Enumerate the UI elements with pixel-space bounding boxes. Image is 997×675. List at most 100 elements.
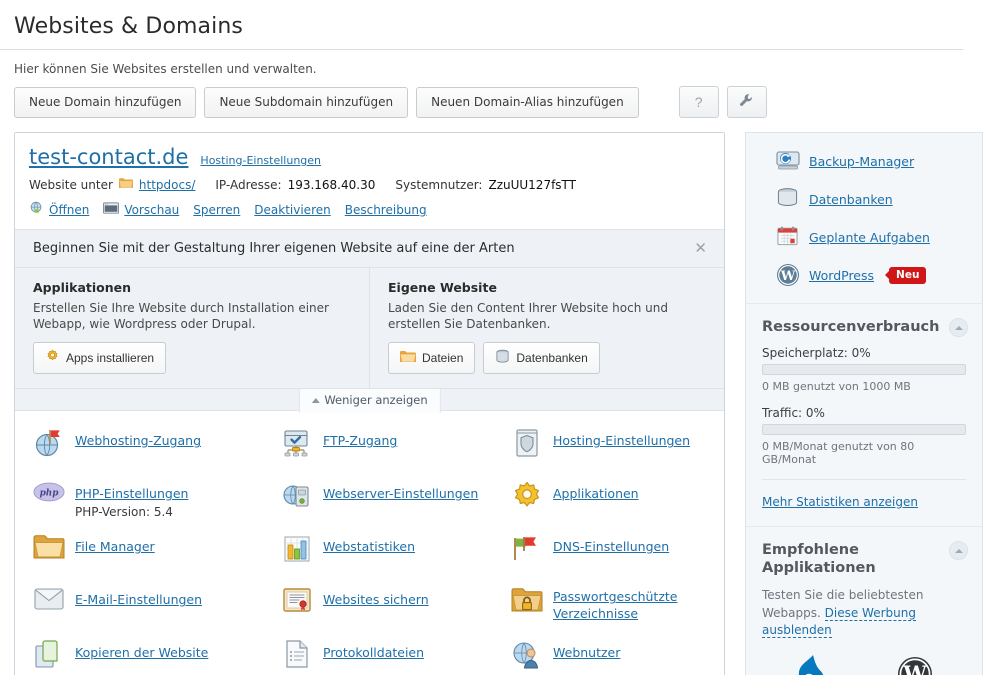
quick-link-databases[interactable]: Datenbanken bbox=[776, 187, 966, 211]
close-icon[interactable]: ✕ bbox=[691, 241, 710, 256]
feature-log-files[interactable]: Protokolldateien bbox=[281, 639, 511, 675]
svg-text:php: php bbox=[40, 489, 60, 499]
gear-icon bbox=[511, 480, 543, 512]
traffic-usage-label: Traffic: 0% bbox=[762, 406, 825, 421]
folder-icon bbox=[118, 177, 133, 192]
globe-arrow-icon bbox=[29, 201, 44, 219]
feature-text: DNS-Einstellungen bbox=[553, 533, 669, 555]
webserver-settings-link[interactable]: Webserver-Einstellungen bbox=[323, 486, 478, 502]
feature-web-statistics[interactable]: Webstatistiken bbox=[281, 533, 511, 586]
add-domain-alias-button[interactable]: Neuen Domain-Alias hinzufügen bbox=[416, 86, 639, 118]
feature-web-users[interactable]: Webnutzer bbox=[511, 639, 724, 675]
feature-file-manager[interactable]: File Manager bbox=[33, 533, 281, 586]
svg-text:W: W bbox=[780, 269, 796, 284]
feature-text: Hosting-Einstellungen bbox=[553, 427, 690, 449]
chevron-up-icon bbox=[954, 548, 963, 553]
wrench-icon bbox=[739, 93, 754, 111]
disk-usage-note: 0 MB genutzt von 1000 MB bbox=[762, 380, 911, 394]
quick-links-panel: Backup-Manager Datenbanken Geplante Aufg… bbox=[745, 132, 983, 303]
browser-window-icon bbox=[103, 202, 120, 218]
email-settings-link[interactable]: E-Mail-Einstellungen bbox=[75, 592, 202, 608]
php-icon: php bbox=[33, 480, 65, 512]
ftp-access-link[interactable]: FTP-Zugang bbox=[323, 433, 397, 449]
domain-meta: Website unter httpdocs/ IP-Adresse: 193.… bbox=[29, 177, 710, 192]
domain-name-link[interactable]: test-contact.de bbox=[29, 145, 188, 169]
hosting-settings-feature-link[interactable]: Hosting-Einstellungen bbox=[553, 433, 690, 449]
shield-document-icon bbox=[511, 427, 543, 459]
app-wordpress[interactable]: W WordPress bbox=[864, 652, 966, 675]
show-less-toggle[interactable]: Weniger anzeigen bbox=[298, 389, 441, 414]
more-statistics-link[interactable]: Mehr Statistiken anzeigen bbox=[762, 495, 918, 509]
help-button[interactable]: ? bbox=[678, 86, 719, 118]
applications-link[interactable]: Applikationen bbox=[553, 486, 639, 502]
locked-folder-icon bbox=[511, 586, 543, 618]
promo-body: Applikationen Erstellen Sie Ihre Website… bbox=[15, 268, 724, 389]
backup-manager-link[interactable]: Backup-Manager bbox=[809, 154, 914, 169]
copy-website-link[interactable]: Kopieren der Website bbox=[75, 645, 208, 661]
collapse-recommended-button[interactable] bbox=[949, 541, 968, 561]
traffic-usage-bar bbox=[762, 424, 966, 436]
recommended-apps-panel: Empfohlene Applikationen Testen Sie die … bbox=[745, 526, 983, 675]
description-link[interactable]: Beschreibung bbox=[345, 203, 427, 217]
collapse-resources-button[interactable] bbox=[949, 318, 968, 337]
feature-dns-settings[interactable]: DNS-Einstellungen bbox=[511, 533, 724, 586]
add-domain-button[interactable]: Neue Domain hinzufügen bbox=[14, 86, 197, 118]
web-users-link[interactable]: Webnutzer bbox=[553, 645, 620, 661]
feature-protected-directories[interactable]: Passwortgeschützte Verzeichnisse bbox=[511, 586, 724, 639]
quick-link-wordpress[interactable]: W WordPress Neu bbox=[776, 263, 966, 287]
feature-applications[interactable]: Applikationen bbox=[511, 480, 724, 533]
preview-action[interactable]: Vorschau bbox=[103, 202, 179, 218]
secure-websites-link[interactable]: Websites sichern bbox=[323, 592, 429, 608]
svg-text:W: W bbox=[902, 661, 927, 675]
install-apps-button[interactable]: Apps installieren bbox=[33, 342, 167, 375]
wordpress-icon: W bbox=[864, 652, 966, 675]
feature-hosting-settings[interactable]: Hosting-Einstellungen bbox=[511, 427, 724, 480]
promo-own-website-buttons: Dateien Datenbanken bbox=[388, 342, 708, 375]
app-drupal[interactable]: Drupal bbox=[762, 652, 864, 675]
feature-text: File Manager bbox=[75, 533, 155, 555]
web-statistics-link[interactable]: Webstatistiken bbox=[323, 539, 415, 555]
quick-link-scheduled-tasks[interactable]: Geplante Aufgaben bbox=[776, 225, 966, 249]
feature-secure-websites[interactable]: Websites sichern bbox=[281, 586, 511, 639]
feature-webserver-settings[interactable]: Webserver-Einstellungen bbox=[281, 480, 511, 533]
dns-settings-link[interactable]: DNS-Einstellungen bbox=[553, 539, 669, 555]
open-link[interactable]: Öffnen bbox=[49, 203, 89, 217]
databases-button[interactable]: Datenbanken bbox=[483, 342, 600, 375]
databases-link[interactable]: Datenbanken bbox=[809, 192, 893, 207]
domain-name-row: test-contact.de Hosting-Einstellungen bbox=[29, 145, 710, 169]
disable-link[interactable]: Deaktivieren bbox=[254, 203, 330, 217]
open-action[interactable]: Öffnen bbox=[29, 201, 89, 219]
preview-link[interactable]: Vorschau bbox=[124, 203, 179, 217]
tools-button[interactable] bbox=[726, 86, 767, 118]
feature-copy-website[interactable]: Kopieren der Website bbox=[33, 639, 281, 675]
file-manager-link[interactable]: File Manager bbox=[75, 539, 155, 555]
feature-text: Protokolldateien bbox=[323, 639, 424, 661]
feature-text: Webstatistiken bbox=[323, 533, 415, 555]
folder-icon bbox=[400, 350, 416, 366]
getting-started-promo: Beginnen Sie mit der Gestaltung Ihrer ei… bbox=[15, 230, 724, 390]
webhosting-access-link[interactable]: Webhosting-Zugang bbox=[75, 433, 201, 449]
promo-own-website-title: Eigene Website bbox=[388, 280, 497, 295]
scheduled-tasks-link[interactable]: Geplante Aufgaben bbox=[809, 230, 930, 245]
recommended-apps-description: Testen Sie die beliebtesten Webapps. Die… bbox=[762, 587, 966, 639]
feature-text: Webserver-Einstellungen bbox=[323, 480, 478, 502]
php-settings-link[interactable]: PHP-Einstellungen bbox=[75, 486, 188, 502]
domain-panel: test-contact.de Hosting-Einstellungen We… bbox=[14, 132, 725, 675]
feature-php-settings[interactable]: php PHP-Einstellungen PHP-Version: 5.4 bbox=[33, 480, 281, 533]
sidebar: Backup-Manager Datenbanken Geplante Aufg… bbox=[745, 132, 983, 675]
resource-usage-panel: Ressourcenverbrauch Speicherplatz: 0% 0 … bbox=[745, 303, 983, 527]
protected-directories-link[interactable]: Passwortgeschützte Verzeichnisse bbox=[553, 589, 724, 622]
feature-ftp-access[interactable]: FTP-Zugang bbox=[281, 427, 511, 480]
docroot-link[interactable]: httpdocs/ bbox=[139, 178, 195, 192]
files-button[interactable]: Dateien bbox=[388, 342, 476, 375]
feature-webhosting-access[interactable]: Webhosting-Zugang bbox=[33, 427, 281, 480]
hosting-settings-link[interactable]: Hosting-Einstellungen bbox=[200, 154, 321, 167]
question-mark-icon: ? bbox=[694, 94, 703, 110]
quick-link-backup-manager[interactable]: Backup-Manager bbox=[776, 149, 966, 173]
feature-email-settings[interactable]: E-Mail-Einstellungen bbox=[33, 586, 281, 639]
log-files-link[interactable]: Protokolldateien bbox=[323, 645, 424, 661]
suspend-link[interactable]: Sperren bbox=[193, 203, 240, 217]
add-subdomain-button[interactable]: Neue Subdomain hinzufügen bbox=[204, 86, 409, 118]
page-title: Websites & Domains bbox=[14, 14, 243, 39]
wordpress-link[interactable]: WordPress bbox=[809, 268, 874, 283]
